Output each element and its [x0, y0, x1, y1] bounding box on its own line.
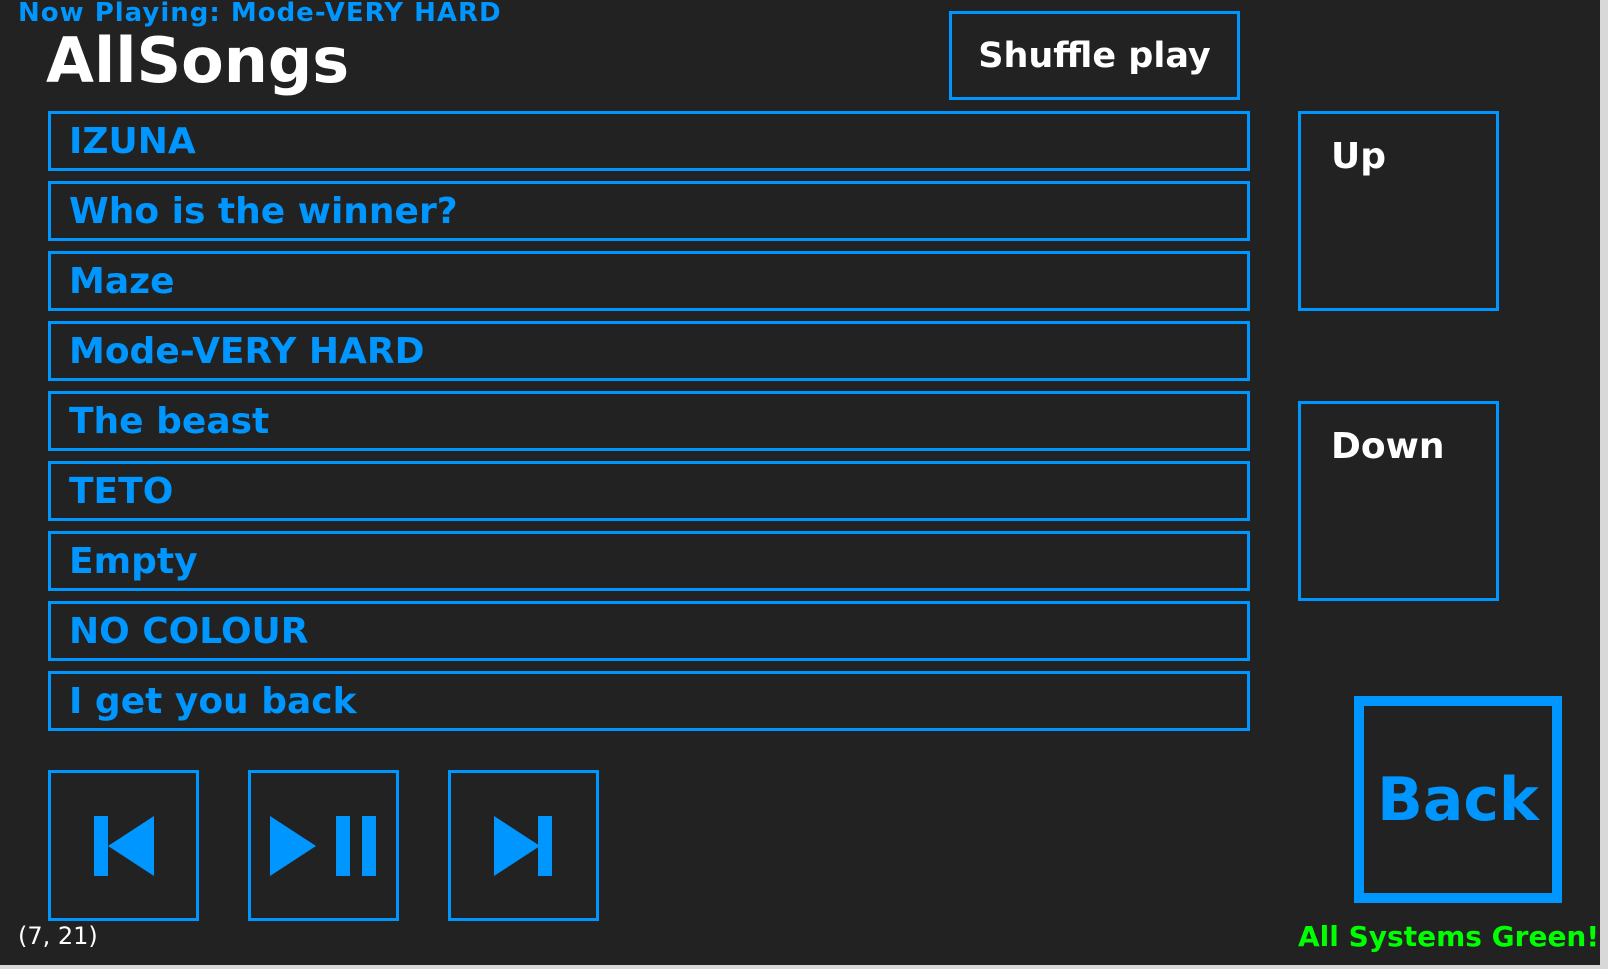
scroll-down-button[interactable]: Down — [1298, 401, 1499, 601]
song-item-1[interactable]: Who is the winner? — [48, 181, 1250, 241]
song-item-0[interactable]: IZUNA — [48, 111, 1250, 171]
play-pause-icon — [269, 815, 376, 876]
song-item-6[interactable]: Empty — [48, 531, 1250, 591]
song-item-2[interactable]: Maze — [48, 251, 1250, 311]
song-item-5[interactable]: TETO — [48, 461, 1250, 521]
skip-next-icon — [493, 815, 552, 876]
scroll-up-button[interactable]: Up — [1298, 111, 1499, 311]
next-track-button[interactable] — [448, 770, 599, 921]
song-item-4[interactable]: The beast — [48, 391, 1250, 451]
song-item-7[interactable]: NO COLOUR — [48, 601, 1250, 661]
play-pause-button[interactable] — [248, 770, 399, 921]
skip-previous-icon — [93, 815, 154, 876]
song-item-8[interactable]: I get you back — [48, 671, 1250, 731]
shuffle-play-button[interactable]: Shuffle play — [949, 11, 1240, 100]
song-item-3[interactable]: Mode-VERY HARD — [48, 321, 1250, 381]
cursor-coordinates: (7, 21) — [18, 922, 98, 950]
page-title: AllSongs — [46, 24, 350, 97]
music-player-screen: Now Playing: Mode-VERY HARD AllSongs Shu… — [0, 0, 1600, 965]
status-message: All Systems Green! — [1298, 920, 1600, 953]
back-button[interactable]: Back — [1354, 696, 1562, 903]
previous-track-button[interactable] — [48, 770, 199, 921]
